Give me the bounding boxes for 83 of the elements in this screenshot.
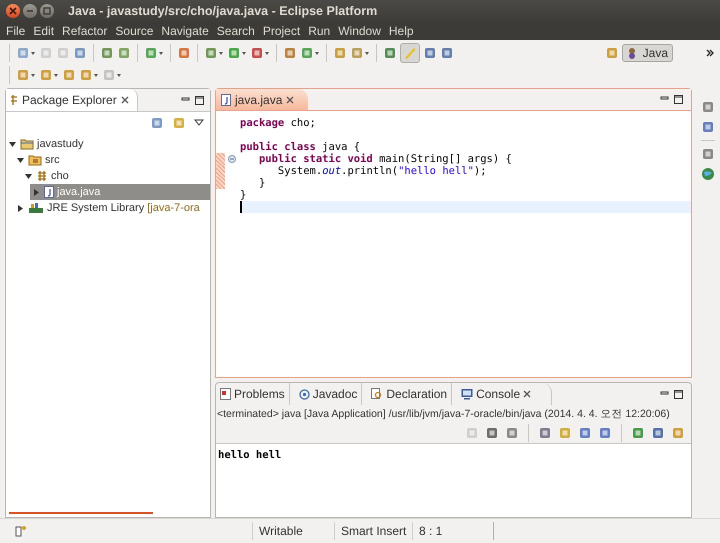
code-token: package: [240, 117, 284, 129]
code-token: System.: [276, 165, 322, 177]
menu-item[interactable]: Navigate: [157, 24, 213, 38]
code-token: public static void: [258, 153, 373, 165]
menu-item[interactable]: Help: [384, 24, 418, 38]
editor-tab[interactable]: java.java: [216, 89, 308, 110]
java-file-icon: [221, 94, 231, 106]
close-icon[interactable]: [120, 96, 129, 104]
globe-icon[interactable]: [701, 167, 715, 181]
code-token: }: [258, 177, 266, 189]
tree-item-label: JRE System Library: [47, 202, 144, 214]
expanded-arrow-icon[interactable]: [17, 156, 24, 164]
tree-item[interactable]: JRE System Library [java-7-ora: [14, 200, 210, 216]
code-token: cho;: [290, 117, 316, 129]
minimize-button[interactable]: [23, 4, 37, 18]
tab-title: Problems: [234, 387, 285, 401]
menu-item[interactable]: Edit: [29, 24, 58, 38]
code-token: );: [474, 165, 487, 177]
code-token: public class: [240, 141, 316, 153]
status-text: 8 : 1: [412, 522, 494, 540]
warning-list-icon: [220, 388, 231, 400]
panel-title: Package Explorer: [22, 93, 117, 107]
tree-item-label: cho: [51, 170, 69, 182]
square-icon: [43, 7, 51, 15]
console-output: hello hell: [218, 449, 282, 461]
books-icon: [28, 202, 44, 214]
menu-item[interactable]: File: [2, 24, 30, 38]
package-folder-icon: [28, 154, 42, 166]
chevron-icon[interactable]: [706, 49, 714, 57]
maximize-button[interactable]: [40, 4, 54, 18]
menu-item[interactable]: Window: [334, 24, 385, 38]
panel-tab[interactable]: Problems: [216, 383, 290, 405]
minus-icon: [26, 7, 34, 15]
expanded-arrow-icon[interactable]: [9, 140, 16, 148]
tree-item[interactable]: src: [14, 152, 210, 168]
close-icon[interactable]: [286, 96, 294, 104]
console-description: <terminated> java [Java Application] /usr/lib/jvm/java-7-oracle/bin/java (2014. 4. 4. 오전 12:20:06): [216, 407, 671, 422]
tab-title: java.java: [235, 92, 282, 106]
tree-item[interactable]: javastudy: [6, 136, 210, 152]
code-token: out: [322, 165, 342, 177]
maximize-icon[interactable]: [674, 95, 683, 104]
device-icon[interactable]: [14, 525, 28, 537]
menu-item[interactable]: Search: [212, 24, 259, 38]
tab-title: Declaration: [386, 387, 448, 401]
text-cursor: [240, 201, 242, 213]
fold-icon[interactable]: [228, 155, 236, 163]
menu-item[interactable]: Source: [111, 24, 158, 38]
panel-tab[interactable]: Declaration: [367, 383, 452, 405]
tree-item-label: src: [45, 154, 60, 166]
tab-title: Console: [476, 387, 520, 401]
tab-title: Javadoc: [312, 387, 358, 401]
panel-tab[interactable]: Package Explorer: [6, 89, 138, 111]
collapsed-arrow-icon[interactable]: [17, 204, 24, 212]
highlighter-toggle-button[interactable]: [400, 43, 420, 63]
menu-item[interactable]: Project: [258, 24, 304, 38]
status-text: Writable: [252, 522, 334, 540]
status-text: Smart Insert: [334, 522, 412, 540]
tree-item-label: javastudy: [37, 138, 84, 150]
window-title: Java - javastudy/src/cho/java.java - Eclipse Platform: [68, 4, 378, 18]
at-sign-icon: [298, 388, 310, 400]
code-token: java {: [321, 141, 360, 153]
view-menu-icon[interactable]: [194, 119, 204, 127]
menu-item[interactable]: Refactor: [58, 24, 112, 38]
highlighter-icon: [403, 46, 417, 60]
code-token: }: [240, 189, 246, 201]
tree-item-decoration: [java-7-ora: [147, 202, 200, 214]
maximize-icon[interactable]: [195, 96, 204, 104]
perspective-button[interactable]: Java: [622, 44, 673, 62]
close-icon[interactable]: [523, 390, 532, 398]
menu-item[interactable]: Run: [304, 24, 334, 38]
expanded-arrow-icon[interactable]: [25, 172, 32, 180]
tree-item-label: java.java: [57, 186, 100, 198]
maximize-icon[interactable]: [674, 390, 683, 398]
code-token: main(String[] args) {: [378, 153, 512, 165]
document-magnifier-icon: [371, 388, 384, 400]
close-button[interactable]: [6, 4, 20, 18]
code-token: "hello hell": [398, 165, 474, 177]
package-icon: [10, 94, 18, 106]
tree-item[interactable]: cho: [22, 168, 210, 184]
code-token: .println(: [341, 165, 398, 177]
package-icon: [36, 170, 48, 182]
java-file-icon: [44, 186, 54, 198]
panel-tab[interactable]: Javadoc: [294, 383, 362, 405]
